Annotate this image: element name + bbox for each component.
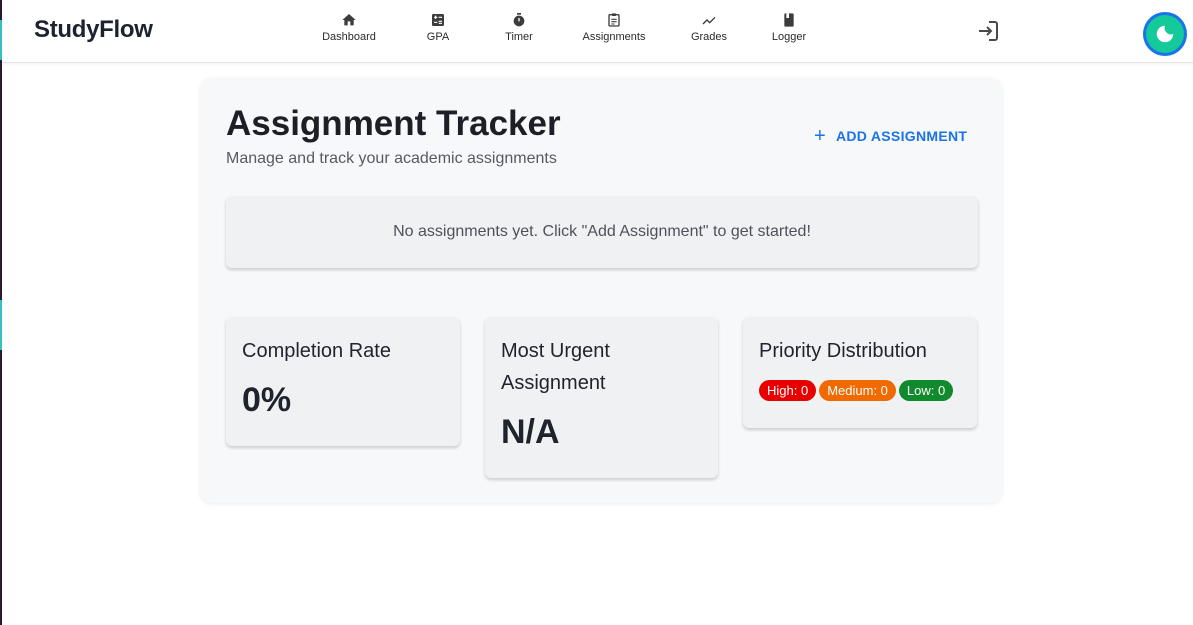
brand-logo[interactable]: StudyFlow — [34, 16, 153, 44]
nav-menu: Dashboard GPA Timer Assignments Grades L… — [308, 12, 836, 48]
nav-item-label: Dashboard — [322, 31, 376, 43]
home-icon — [342, 14, 356, 26]
trending-line-icon — [702, 16, 716, 25]
moon-icon — [1156, 25, 1174, 43]
nav-item-label: Timer — [505, 31, 533, 43]
priority-badges: High: 0 Medium: 0 Low: 0 — [759, 380, 956, 401]
nav-item-label: Grades — [690, 31, 728, 43]
priority-distribution-title: Priority Distribution — [759, 340, 927, 362]
clipboard-icon — [608, 13, 620, 27]
page-subtitle: Manage and track your academic assignmen… — [226, 150, 557, 167]
nav-item-label: Assignments — [582, 31, 646, 43]
most-urgent-value: N/A — [501, 413, 560, 451]
priority-distribution-card: Priority Distribution High: 0 Medium: 0 … — [743, 317, 977, 428]
book-icon — [784, 13, 794, 27]
add-assignment-button[interactable]: + ADD ASSIGNMENT — [814, 126, 967, 146]
theme-toggle-button[interactable] — [1143, 12, 1187, 56]
priority-badge-high: High: 0 — [759, 380, 817, 401]
add-assignment-label: ADD ASSIGNMENT — [835, 128, 968, 144]
most-urgent-card: Most Urgent Assignment N/A — [485, 317, 718, 478]
nav-item-label: GPA — [426, 31, 450, 43]
completion-rate-card: Completion Rate 0% — [226, 317, 460, 446]
empty-state-message: No assignments yet. Click "Add Assignmen… — [226, 196, 978, 268]
nav-item-label: Logger — [771, 31, 807, 43]
nav-item-timer[interactable]: Timer — [486, 12, 552, 48]
page-title: Assignment Tracker — [226, 104, 561, 143]
completion-rate-title: Completion Rate — [242, 340, 391, 362]
window-edge — [0, 0, 2, 625]
nav-item-logger[interactable]: Logger — [742, 12, 836, 48]
priority-badge-medium: Medium: 0 — [819, 380, 896, 401]
calculator-icon — [432, 14, 444, 26]
logout-button[interactable] — [976, 19, 1000, 43]
nav-item-assignments[interactable]: Assignments — [552, 12, 676, 48]
theme-toggle-face — [1146, 15, 1184, 53]
priority-badge-low: Low: 0 — [898, 380, 954, 401]
completion-rate-value: 0% — [242, 381, 292, 419]
top-navbar: StudyFlow Dashboard GPA Timer Assignment… — [2, 0, 1193, 63]
stopwatch-icon — [513, 13, 525, 27]
most-urgent-title: Most Urgent Assignment — [501, 340, 610, 394]
login-arrow-icon — [979, 21, 998, 41]
nav-item-gpa[interactable]: GPA — [390, 12, 486, 48]
nav-item-grades[interactable]: Grades — [676, 12, 742, 48]
nav-item-dashboard[interactable]: Dashboard — [308, 12, 390, 48]
assignment-tracker-panel: Assignment Tracker Manage and track your… — [200, 78, 1002, 503]
plus-icon: + — [814, 125, 826, 147]
